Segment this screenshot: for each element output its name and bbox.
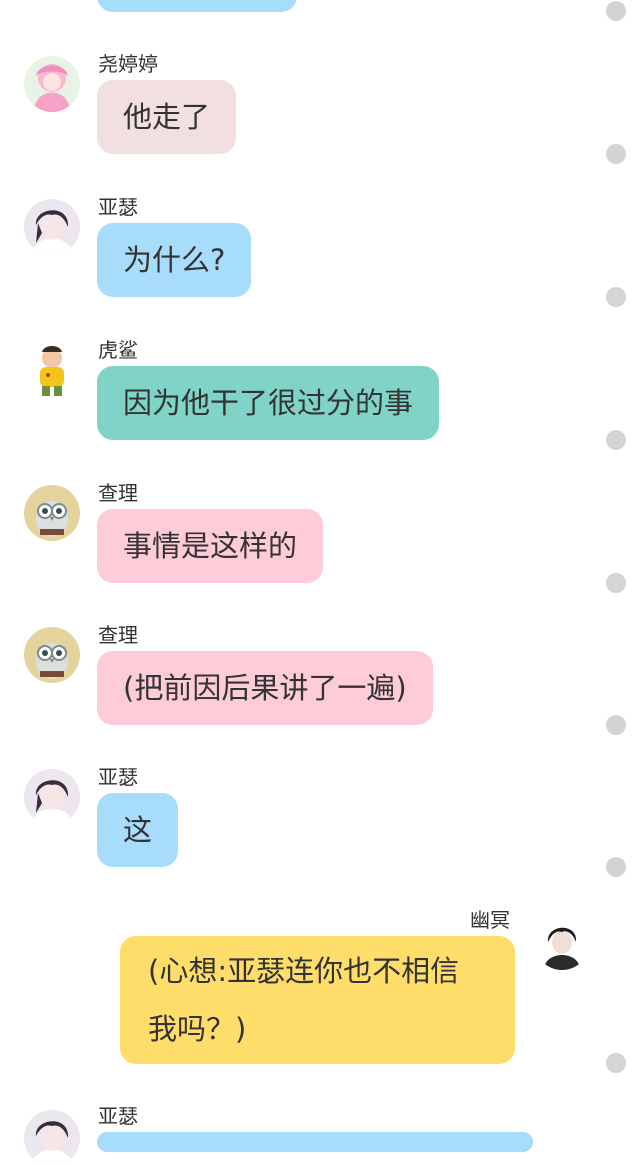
- status-dot-icon: [606, 1, 626, 21]
- message-bubble[interactable]: (把前因后果讲了一遍): [97, 651, 433, 725]
- sender-name: 幽冥: [470, 908, 510, 932]
- sender-name: 虎鲨: [98, 338, 138, 362]
- sender-name: 查理: [98, 481, 138, 505]
- message-bubble[interactable]: [97, 1132, 533, 1152]
- message-bubble[interactable]: 这: [97, 793, 179, 867]
- chat-window: 尧婷婷 他走了 亚瑟 为什么? 虎鲨 因为他干了很过分的事 查理 事情是这样的 …: [0, 0, 640, 1166]
- status-dot-icon: [606, 144, 626, 164]
- dark-hair-man-avatar[interactable]: [534, 914, 590, 970]
- status-dot-icon: [606, 430, 626, 450]
- sender-name: 亚瑟: [98, 195, 138, 219]
- dark-hair-boy-avatar[interactable]: [24, 1110, 80, 1166]
- message-bubble[interactable]: [97, 0, 297, 12]
- sender-name: 亚瑟: [98, 765, 138, 789]
- owl-avatar[interactable]: [24, 627, 80, 683]
- dark-hair-boy-avatar[interactable]: [24, 199, 80, 255]
- sender-name: 查理: [98, 623, 138, 647]
- message-bubble[interactable]: (心想:亚瑟连你也不相信我吗？): [120, 936, 515, 1064]
- status-dot-icon: [606, 857, 626, 877]
- sender-name: 亚瑟: [98, 1104, 138, 1128]
- status-dot-icon: [606, 573, 626, 593]
- message-bubble[interactable]: 因为他干了很过分的事: [97, 366, 440, 440]
- sender-name: 尧婷婷: [98, 52, 158, 76]
- owl-avatar[interactable]: [24, 485, 80, 541]
- message-bubble[interactable]: 他走了: [97, 80, 237, 154]
- status-dot-icon: [606, 287, 626, 307]
- pink-hair-girl-avatar[interactable]: [24, 56, 80, 112]
- status-dot-icon: [606, 1053, 626, 1073]
- status-dot-icon: [606, 715, 626, 735]
- message-bubble[interactable]: 为什么?: [97, 223, 252, 297]
- yellow-shirt-kid-avatar[interactable]: [24, 342, 80, 398]
- message-bubble[interactable]: 事情是这样的: [97, 509, 324, 583]
- dark-hair-boy-avatar[interactable]: [24, 769, 80, 825]
